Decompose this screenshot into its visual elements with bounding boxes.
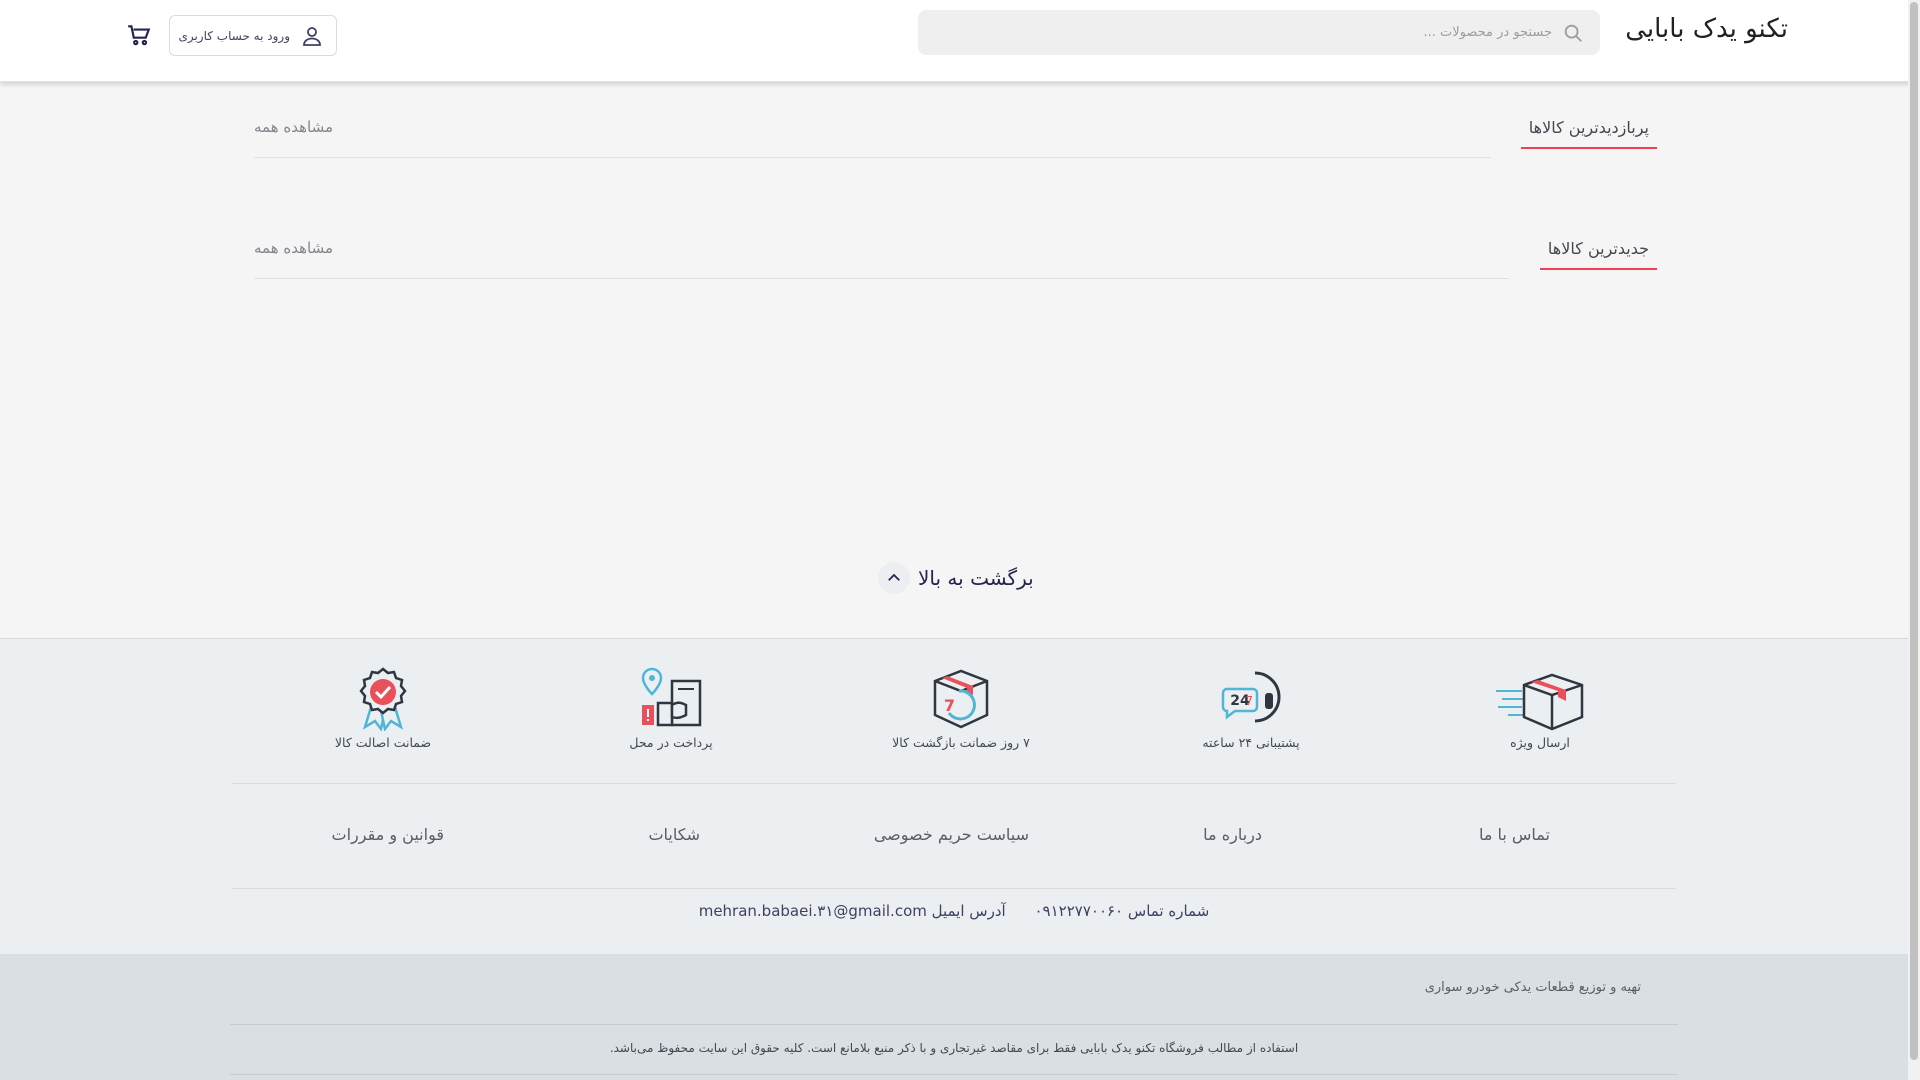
feature-label: ۷ روز ضمانت بازگشت کالا (892, 735, 1030, 750)
search-icon[interactable] (1562, 22, 1584, 44)
login-button[interactable]: ورود به حساب کاربری (169, 15, 337, 56)
section-most-viewed: پربازدیدترین کالاها مشاهده همه (254, 118, 1657, 158)
section-title: پربازدیدترین کالاها (1520, 118, 1657, 149)
cart-icon[interactable] (126, 22, 152, 48)
page-scrollbar[interactable] (1908, 0, 1920, 1080)
site-footer: ارسال ویژه 24 7 پشتیبانی ۲۴ ساعته 7 ۷ رو… (0, 638, 1908, 954)
cash-on-delivery-icon (641, 667, 702, 727)
section-divider (254, 278, 1509, 279)
search-box[interactable] (918, 10, 1600, 55)
footer-divider (232, 888, 1676, 889)
login-label: ورود به حساب کاربری (178, 28, 290, 43)
section-title: جدیدترین کالاها (1539, 239, 1657, 270)
support-24-icon: 24 7 (1221, 671, 1281, 723)
feature-fast-delivery: ارسال ویژه (1455, 667, 1625, 750)
fast-delivery-icon (1496, 673, 1584, 731)
feature-label: ارسال ویژه (1510, 735, 1570, 750)
section-newest: جدیدترین کالاها مشاهده همه (254, 239, 1657, 279)
contact-email[interactable]: آدرس ایمیل mehran.babaei.۳۱@gmail.com (699, 902, 1006, 920)
footer-bottom-divider (230, 1074, 1678, 1075)
footer-link-privacy[interactable]: سیاست حریم خصوصی (874, 825, 1029, 844)
contact-info: شماره تماس ۰۹۱۲۲۷۷۰۰۶۰ آدرس ایمیل mehran… (0, 902, 1908, 920)
feature-support: 24 7 پشتیبانی ۲۴ ساعته (1166, 667, 1336, 750)
footer-link-contact[interactable]: تماس با ما (1479, 825, 1550, 844)
return-guarantee-icon: 7 (933, 669, 989, 729)
footer-bottom-divider (230, 1024, 1678, 1025)
see-all-link[interactable]: مشاهده همه (254, 239, 333, 257)
svg-text:7: 7 (1245, 694, 1253, 708)
feature-label: پرداخت در محل (629, 735, 713, 750)
feature-cod: پرداخت در محل (586, 667, 756, 750)
footer-bottom: تهیه و توزیع قطعات یدکی خودرو سواری استف… (0, 954, 1908, 1080)
copyright-text: استفاده از مطالب فروشگاه تکنو یدک بابایی… (609, 1041, 1299, 1055)
footer-nav: تماس با ما درباره ما سیاست حریم خصوصی شک… (232, 825, 1676, 855)
section-divider (254, 157, 1491, 158)
authenticity-badge-icon (359, 667, 407, 731)
see-all-link[interactable]: مشاهده همه (254, 118, 333, 136)
footer-link-about[interactable]: درباره ما (1203, 825, 1262, 844)
footer-link-terms[interactable]: قوانین و مقررات (332, 825, 444, 844)
chevron-up-icon (878, 562, 910, 594)
scrollbar-thumb[interactable] (1910, 2, 1918, 1060)
feature-return: 7 ۷ روز ضمانت بازگشت کالا (876, 667, 1046, 750)
feature-label: ضمانت اصالت کالا (334, 735, 432, 750)
user-icon (303, 26, 321, 46)
feature-label: پشتیبانی ۲۴ ساعته (1202, 735, 1300, 750)
feature-authenticity: ضمانت اصالت کالا (298, 667, 468, 750)
site-logo-text[interactable]: تکنو یدک بابایی (1625, 14, 1788, 44)
footer-link-complaints[interactable]: شکایات (648, 825, 700, 844)
site-tagline: تهیه و توزیع قطعات یدکی خودرو سواری (1424, 980, 1641, 995)
search-input[interactable] (992, 25, 1552, 40)
svg-text:7: 7 (944, 696, 955, 715)
back-to-top-button[interactable]: برگشت به بالا (878, 562, 1034, 594)
site-header: تکنو یدک بابایی ورود به حساب کاربری (0, 0, 1920, 82)
contact-phone[interactable]: شماره تماس ۰۹۱۲۲۷۷۰۰۶۰ (1034, 902, 1209, 920)
footer-divider (232, 783, 1676, 784)
features-row: ارسال ویژه 24 7 پشتیبانی ۲۴ ساعته 7 ۷ رو… (232, 667, 1676, 767)
back-to-top-label: برگشت به بالا (918, 566, 1034, 590)
